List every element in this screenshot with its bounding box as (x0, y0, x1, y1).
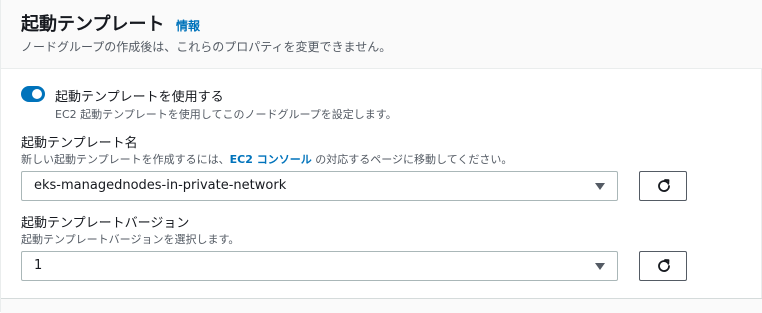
toggle-description: EC2 起動テンプレートを使用してこのノードグループを設定します。 (55, 108, 397, 121)
panel-header: 起動テンプレート 情報 ノードグループの作成後は、これらのプロパティを変更できま… (1, 0, 762, 69)
toggle-knob (32, 89, 42, 99)
panel-bottom-edge (1, 298, 762, 313)
template-version-refresh-button[interactable] (639, 251, 687, 281)
caret-down-icon (595, 263, 605, 270)
use-launch-template-toggle[interactable] (21, 86, 45, 102)
refresh-icon (658, 259, 670, 272)
caret-down-icon (595, 183, 605, 190)
template-version-description: 起動テンプレートバージョンを選択します。 (21, 233, 240, 246)
refresh-icon (658, 179, 670, 192)
ec2-console-link[interactable]: EC2 コンソール (230, 153, 312, 166)
template-name-select[interactable]: eks-managednodes-in-private-network (21, 171, 618, 201)
section-description: ノードグループの作成後は、これらのプロパティを変更できません。 (21, 40, 392, 54)
section-title: 起動テンプレート (21, 14, 165, 35)
template-name-desc-before: 新しい起動テンプレートを作成するには、 (21, 153, 230, 166)
toggle-label: 起動テンプレートを使用する (55, 90, 224, 105)
template-name-description: 新しい起動テンプレートを作成するには、EC2 コンソール の対応するページに移動… (21, 151, 512, 167)
info-link[interactable]: 情報 (176, 17, 200, 34)
template-version-value: 1 (34, 258, 43, 273)
template-name-label: 起動テンプレート名 (21, 136, 138, 151)
template-name-desc-after: の対応するページに移動してください。 (311, 153, 513, 166)
template-name-refresh-button[interactable] (639, 171, 687, 201)
template-name-value: eks-managednodes-in-private-network (34, 178, 287, 193)
launch-template-panel: 起動テンプレート 情報 ノードグループの作成後は、これらのプロパティを変更できま… (0, 0, 762, 313)
template-version-select[interactable]: 1 (21, 251, 618, 281)
template-version-label: 起動テンプレートバージョン (21, 216, 190, 231)
